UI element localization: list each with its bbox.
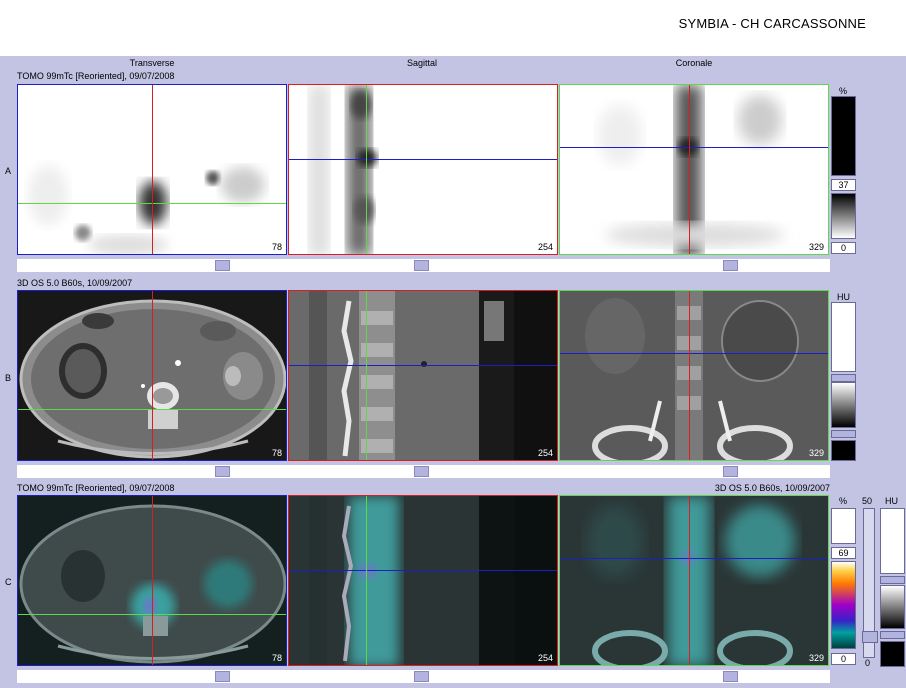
crosshair-vertical[interactable] xyxy=(689,85,690,254)
viewport-b-coronal[interactable]: 329 xyxy=(559,290,829,461)
crosshair-horizontal[interactable] xyxy=(289,570,557,571)
colorscale-gradient-a[interactable] xyxy=(831,193,856,239)
ct-window-c-upper[interactable] xyxy=(880,508,905,574)
slice-number: 254 xyxy=(537,448,553,458)
ct-sagittal-image xyxy=(289,291,514,460)
viewport-c-sagittal[interactable]: 254 xyxy=(288,495,558,666)
viewport-b-transverse[interactable]: 78 xyxy=(17,290,287,461)
pet-colorscale-gradient[interactable] xyxy=(831,561,856,649)
crosshair-horizontal[interactable] xyxy=(560,147,828,148)
scroll-thumb-coronal[interactable] xyxy=(723,671,738,682)
scale-min-value[interactable]: 0 xyxy=(831,242,856,254)
ct-window-c-gradient[interactable] xyxy=(880,585,905,629)
column-title-transverse: Transverse xyxy=(129,58,175,68)
slice-number: 254 xyxy=(537,653,553,663)
crosshair-vertical[interactable] xyxy=(689,291,690,460)
slice-number: 78 xyxy=(271,242,282,252)
ct-window-c-handle-top[interactable] xyxy=(880,576,905,584)
crosshair-horizontal[interactable] xyxy=(560,353,828,354)
column-title-coronal: Coronale xyxy=(675,58,713,68)
fusion-sagittal-image xyxy=(289,496,514,665)
pet-colorscale-upper[interactable] xyxy=(831,508,856,544)
viewport-a-transverse[interactable]: 78 xyxy=(17,84,287,255)
scroll-thumb-coronal[interactable] xyxy=(723,260,738,271)
crosshair-vertical[interactable] xyxy=(366,496,367,665)
viewport-c-transverse[interactable]: 78 xyxy=(17,495,287,666)
unit-label-b: HU xyxy=(837,292,850,302)
slice-number: 78 xyxy=(271,448,282,458)
viewport-b-sagittal[interactable]: 254 xyxy=(288,290,558,461)
slice-scroll-strip-c[interactable] xyxy=(17,670,830,683)
fusion-blend-slider[interactable] xyxy=(862,508,878,658)
colorscale-upper-a[interactable] xyxy=(831,96,856,176)
scale-min-value[interactable]: 0 xyxy=(831,653,856,665)
fusion-ratio-value: 50 xyxy=(862,496,873,506)
scale-max-value[interactable]: 37 xyxy=(831,179,856,191)
viewport-c-coronal[interactable]: 329 xyxy=(559,495,829,666)
ct-window-handle-bottom[interactable] xyxy=(831,430,856,438)
institution-title: SYMBIA - CH CARCASSONNE xyxy=(678,16,866,31)
slice-number: 254 xyxy=(537,242,553,252)
crosshair-horizontal[interactable] xyxy=(560,558,828,559)
series-label-c-left: TOMO 99mTc [Reoriented], 09/07/2008 xyxy=(17,483,175,493)
header-bar: SYMBIA - CH CARCASSONNE xyxy=(0,0,906,56)
scroll-thumb-sagittal[interactable] xyxy=(414,260,429,271)
crosshair-horizontal[interactable] xyxy=(289,365,557,366)
row-label-a: A xyxy=(5,166,12,176)
fusion-blend-thumb[interactable] xyxy=(862,631,878,643)
ct-window-c-lower[interactable] xyxy=(880,641,905,667)
scroll-thumb-transverse[interactable] xyxy=(215,260,230,271)
fusion-coronal-image xyxy=(560,496,828,665)
unit-label-c-pct: % xyxy=(839,496,848,506)
scroll-thumb-coronal[interactable] xyxy=(723,466,738,477)
ct-window-lower[interactable] xyxy=(831,440,856,461)
series-label-c-right: 3D OS 5.0 B60s, 10/09/2007 xyxy=(714,483,830,493)
column-title-sagittal: Sagittal xyxy=(406,58,438,68)
scroll-thumb-sagittal[interactable] xyxy=(414,671,429,682)
row-label-c: C xyxy=(5,577,12,587)
crosshair-vertical[interactable] xyxy=(152,496,153,665)
spect-coronal-image xyxy=(598,85,785,254)
spect-sagittal-image xyxy=(309,85,377,254)
unit-label-c-hu: HU xyxy=(885,496,898,506)
slice-scroll-strip-a[interactable] xyxy=(17,259,830,272)
scale-max-value[interactable]: 69 xyxy=(831,547,856,559)
ct-coronal-image xyxy=(560,291,828,460)
crosshair-horizontal[interactable] xyxy=(289,159,557,160)
ct-window-gradient[interactable] xyxy=(831,382,856,428)
slice-number: 78 xyxy=(271,653,282,663)
row-label-b: B xyxy=(5,373,12,383)
crosshair-vertical[interactable] xyxy=(689,496,690,665)
scroll-thumb-transverse[interactable] xyxy=(215,671,230,682)
ct-window-upper[interactable] xyxy=(831,302,856,372)
ct-window-handle-top[interactable] xyxy=(831,374,856,382)
fusion-min-value: 0 xyxy=(865,658,871,668)
crosshair-vertical[interactable] xyxy=(152,85,153,254)
scroll-thumb-sagittal[interactable] xyxy=(414,466,429,477)
viewport-a-sagittal[interactable]: 254 xyxy=(288,84,558,255)
crosshair-vertical[interactable] xyxy=(366,291,367,460)
viewport-a-coronal[interactable]: 329 xyxy=(559,84,829,255)
scroll-thumb-transverse[interactable] xyxy=(215,466,230,477)
unit-label-a: % xyxy=(839,86,848,96)
slice-number: 329 xyxy=(808,448,824,458)
crosshair-vertical[interactable] xyxy=(366,85,367,254)
slice-number: 329 xyxy=(808,242,824,252)
ct-window-c-handle-bottom[interactable] xyxy=(880,631,905,639)
series-label-a: TOMO 99mTc [Reoriented], 09/07/2008 xyxy=(17,71,175,81)
crosshair-vertical[interactable] xyxy=(152,291,153,460)
slice-number: 329 xyxy=(808,653,824,663)
series-label-b: 3D OS 5.0 B60s, 10/09/2007 xyxy=(17,278,133,288)
slice-scroll-strip-b[interactable] xyxy=(17,465,830,478)
